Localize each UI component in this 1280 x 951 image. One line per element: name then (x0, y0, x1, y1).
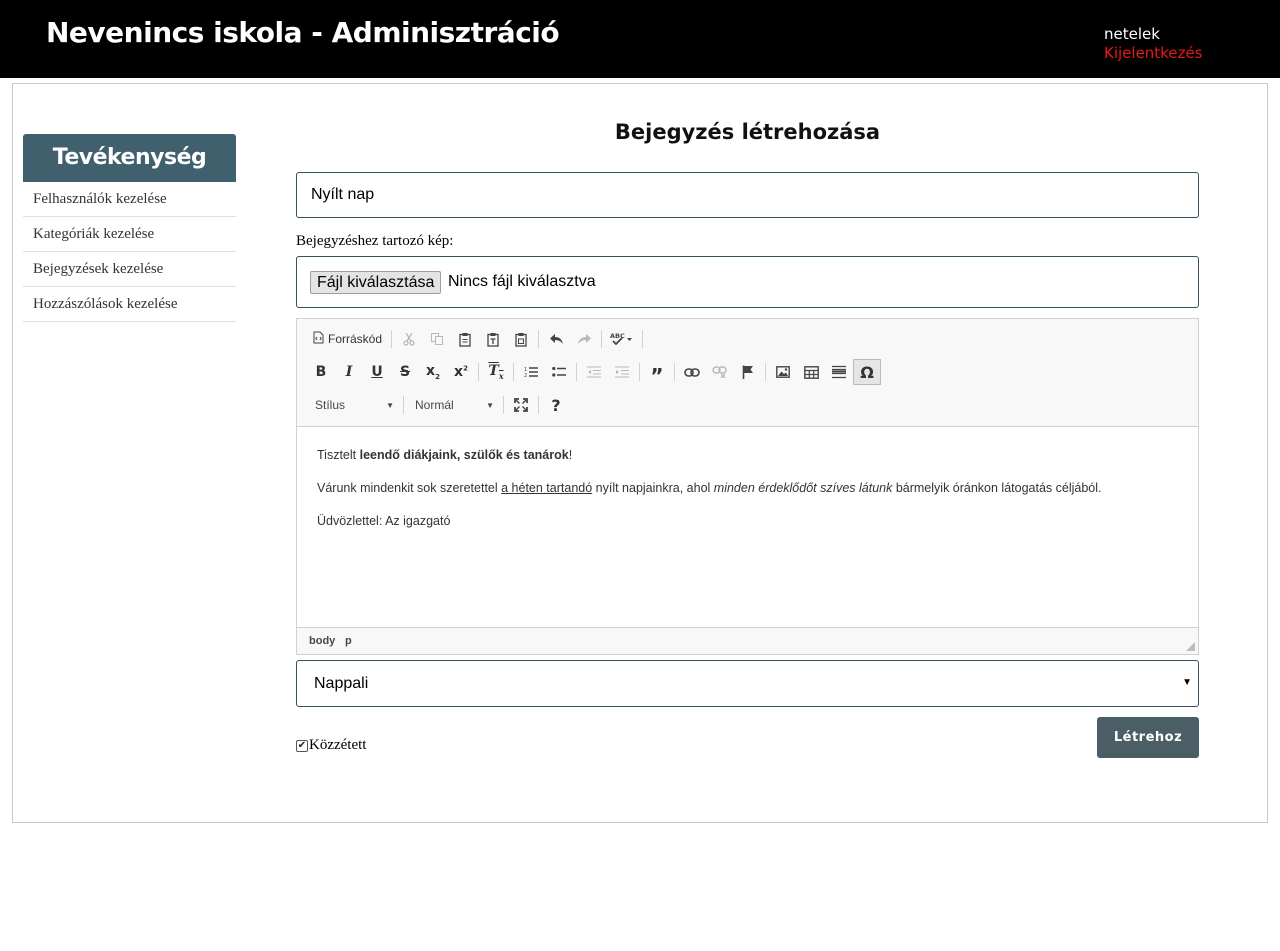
file-input-box: Fájl kiválasztása Nincs fájl kiválasztva (296, 256, 1199, 308)
category-select-value: Nappali (314, 675, 369, 692)
sidebar-item-comments[interactable]: Hozzászólások kezelése (23, 287, 236, 322)
italic-text: minden érdeklődőt szíves látunk (713, 481, 893, 495)
subscript-icon[interactable]: x2 (419, 359, 447, 385)
text-span: nyílt napjainkra, ahol (592, 481, 714, 495)
strike-icon[interactable]: S (391, 359, 419, 385)
anchor-icon[interactable] (734, 359, 762, 385)
editor-toolbar: Forráskód ABC B I U S x2 x2 Tx 1 2 ” Ω S… (297, 319, 1198, 427)
user-box: netelek Kijelentkezés (1104, 25, 1202, 63)
undo-icon[interactable] (542, 326, 570, 352)
italic-icon[interactable]: I (335, 359, 363, 385)
site-title: Nevenincs iskola - Adminisztráció (46, 16, 560, 49)
source-button[interactable]: Forráskód (307, 326, 388, 352)
sidebar-item-posts[interactable]: Bejegyzések kezelése (23, 252, 236, 287)
sidebar-item-users[interactable]: Felhasználók kezelése (23, 182, 236, 217)
toolbar-separator (503, 396, 504, 414)
toolbar-separator (765, 363, 766, 381)
bold-text: leendő diákjaink, szülők és tanárok (359, 448, 569, 462)
toolbar-separator (478, 363, 479, 381)
username: netelek (1104, 25, 1160, 43)
published-label: Közzétett (309, 737, 367, 753)
text-span: ! (568, 448, 573, 462)
chevron-down-icon: ▼ (386, 400, 394, 410)
editor-statusbar: body p (297, 627, 1198, 654)
table-icon[interactable] (797, 359, 825, 385)
svg-text:2: 2 (524, 373, 527, 378)
path-p[interactable]: p (345, 635, 352, 647)
superscript-icon[interactable]: x2 (447, 359, 475, 385)
toolbar-separator (538, 330, 540, 348)
image-label: Bejegyzéshez tartozó kép: (296, 233, 454, 249)
toolbar-separator (538, 396, 539, 414)
spellcheck-icon[interactable]: ABC (605, 326, 639, 352)
caret-down-icon: ▼ (1182, 677, 1192, 688)
toolbar-row-3: Stílus ▼ Normál ▼ ? (307, 391, 570, 419)
format-combo-label: Normál (415, 398, 454, 412)
image-icon[interactable] (769, 359, 797, 385)
link-icon[interactable] (678, 359, 706, 385)
paragraph-1: Tisztelt leendő diákjaink, szülők és tan… (317, 447, 1177, 463)
copy-icon[interactable] (423, 326, 451, 352)
toolbar-row-1: Forráskód ABC (307, 325, 646, 353)
text-span: bármelyik óránkon látogatás céljából. (892, 481, 1102, 495)
unlink-icon[interactable] (706, 359, 734, 385)
bulleted-list-icon[interactable] (545, 359, 573, 385)
resize-grip-icon[interactable] (1186, 642, 1195, 651)
paste-word-icon[interactable] (507, 326, 535, 352)
text-span: Tisztelt (317, 448, 360, 462)
source-icon (313, 331, 324, 347)
style-combo-label: Stílus (315, 398, 346, 412)
format-combo[interactable]: Normál ▼ (407, 392, 500, 418)
bold-icon[interactable]: B (307, 359, 335, 385)
toolbar-separator (639, 363, 640, 381)
published-checkbox[interactable]: ✔ (296, 739, 308, 752)
page-title: Bejegyzés létrehozása (614, 120, 881, 144)
sidebar-heading: Tevékenység (23, 134, 236, 182)
post-title-input[interactable] (296, 172, 1199, 218)
special-char-icon[interactable]: Ω (853, 359, 881, 385)
rich-text-editor: Forráskód ABC B I U S x2 x2 Tx 1 2 ” Ω S… (296, 318, 1199, 655)
toolbar-separator (642, 330, 644, 348)
create-button[interactable]: Létrehoz (1097, 717, 1199, 758)
paragraph-2: Várunk mindenkit sok szeretettel a héten… (317, 480, 1177, 496)
paragraph-3: Üdvözlettel: Az igazgató (317, 514, 451, 528)
sidebar-item-categories[interactable]: Kategóriák kezelése (23, 217, 236, 252)
path-body[interactable]: body (309, 635, 335, 647)
published-toggle[interactable]: ✔ Közzétett (296, 737, 366, 754)
toolbar-row-2: B I U S x2 x2 Tx 12 ” Ω (307, 358, 881, 386)
numbered-list-icon[interactable]: 12 (517, 359, 545, 385)
remove-format-icon[interactable]: Tx (482, 359, 510, 385)
sidebar: Tevékenység Felhasználók kezelése Kategó… (23, 134, 236, 322)
redo-icon[interactable] (570, 326, 598, 352)
maximize-icon[interactable] (507, 392, 535, 418)
logout-link[interactable]: Kijelentkezés (1104, 44, 1202, 63)
paste-text-icon[interactable] (479, 326, 507, 352)
toolbar-separator (601, 330, 603, 348)
top-header: Nevenincs iskola - Adminisztráció netele… (0, 0, 1280, 78)
paste-icon[interactable] (451, 326, 479, 352)
text-span: Várunk mindenkit sok szeretettel (317, 481, 502, 495)
underline-icon[interactable]: U (363, 359, 391, 385)
toolbar-separator (576, 363, 577, 381)
chevron-down-icon: ▼ (486, 400, 494, 410)
style-combo[interactable]: Stílus ▼ (307, 392, 400, 418)
toolbar-separator (391, 330, 393, 348)
editor-content[interactable]: Tisztelt leendő diákjaink, szülők és tan… (317, 447, 1177, 546)
horizontal-line-icon[interactable] (825, 359, 853, 385)
underlined-text: a héten tartandó (501, 481, 593, 495)
outdent-icon[interactable] (580, 359, 608, 385)
cut-icon[interactable] (395, 326, 423, 352)
source-label: Forráskód (328, 332, 383, 346)
indent-icon[interactable] (608, 359, 636, 385)
toolbar-separator (513, 363, 514, 381)
svg-text:ABC: ABC (610, 332, 625, 340)
category-select[interactable]: Nappali ▼ (296, 660, 1199, 707)
toolbar-separator (674, 363, 675, 381)
file-status: Nincs fájl kiválasztva (448, 273, 596, 290)
help-icon[interactable]: ? (542, 392, 570, 418)
blockquote-icon[interactable]: ” (643, 359, 671, 386)
choose-file-button[interactable]: Fájl kiválasztása (310, 271, 442, 294)
toolbar-separator (403, 396, 404, 414)
